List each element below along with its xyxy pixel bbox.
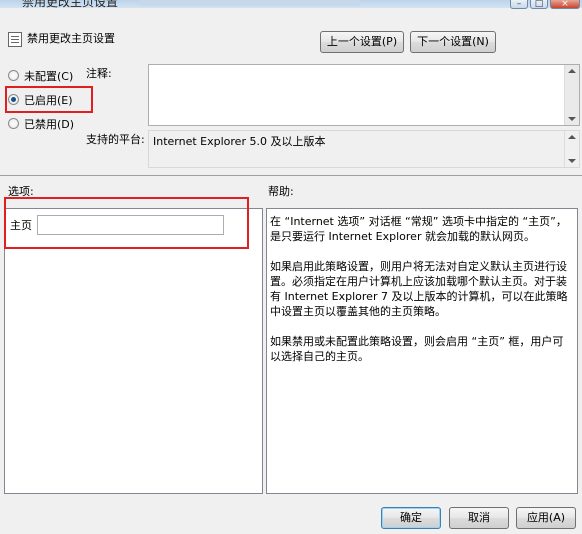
- maximize-button[interactable]: □: [530, 0, 548, 9]
- platform-scrollbar[interactable]: [564, 131, 579, 167]
- platform-value: Internet Explorer 5.0 及以上版本: [153, 135, 326, 148]
- radio-not-configured-label[interactable]: 未配置(C): [24, 68, 73, 84]
- previous-setting-button[interactable]: 上一个设置(P): [320, 31, 404, 53]
- scroll-up-icon[interactable]: [568, 135, 576, 139]
- ok-button[interactable]: 确定: [381, 507, 441, 529]
- maximize-icon: □: [534, 0, 544, 9]
- section-divider: [0, 175, 582, 176]
- comment-label: 注释:: [86, 67, 112, 80]
- next-setting-button[interactable]: 下一个设置(N): [410, 31, 496, 53]
- annotation-box-homepage: [4, 197, 249, 249]
- scroll-down-icon[interactable]: [568, 117, 576, 121]
- help-text: 在 “Internet 选项” 对话框 “常规” 选项卡中指定的 “主页”，是只…: [270, 214, 570, 379]
- window-title: 禁用更改主页设置: [22, 0, 119, 9]
- scroll-down-icon[interactable]: [568, 159, 576, 163]
- help-paragraph: 在 “Internet 选项” 对话框 “常规” 选项卡中指定的 “主页”，是只…: [270, 215, 567, 243]
- comment-textarea[interactable]: [148, 64, 580, 126]
- annotation-box-enabled: [5, 86, 93, 113]
- options-panel: [4, 208, 263, 494]
- radio-not-configured[interactable]: [8, 70, 19, 81]
- radio-disabled-label[interactable]: 已禁用(D): [24, 116, 74, 132]
- platform-box: Internet Explorer 5.0 及以上版本: [148, 130, 580, 168]
- minimize-icon: –: [516, 0, 522, 9]
- radio-disabled[interactable]: [8, 118, 19, 129]
- help-label: 帮助:: [268, 185, 294, 198]
- help-paragraph: 如果禁用或未配置此策略设置，则会启用 “主页” 框，用户可以选择自己的主页。: [270, 335, 564, 363]
- scroll-up-icon[interactable]: [568, 69, 576, 73]
- policy-icon: [8, 32, 22, 47]
- apply-button[interactable]: 应用(A): [516, 507, 576, 529]
- platform-label: 支持的平台:: [86, 133, 145, 146]
- help-paragraph: 如果启用此策略设置，则用户将无法对自定义默认主页进行设置。必须指定在用户计算机上…: [270, 260, 568, 318]
- policy-title: 禁用更改主页设置: [27, 32, 115, 45]
- close-button[interactable]: ×: [550, 0, 580, 9]
- close-icon: ×: [561, 0, 569, 9]
- cancel-button[interactable]: 取消: [449, 507, 509, 529]
- minimize-button[interactable]: –: [510, 0, 528, 9]
- comment-scrollbar[interactable]: [564, 65, 579, 125]
- title-bar-blur: [140, 0, 360, 6]
- title-bar: 禁用更改主页设置 – □ ×: [0, 0, 582, 9]
